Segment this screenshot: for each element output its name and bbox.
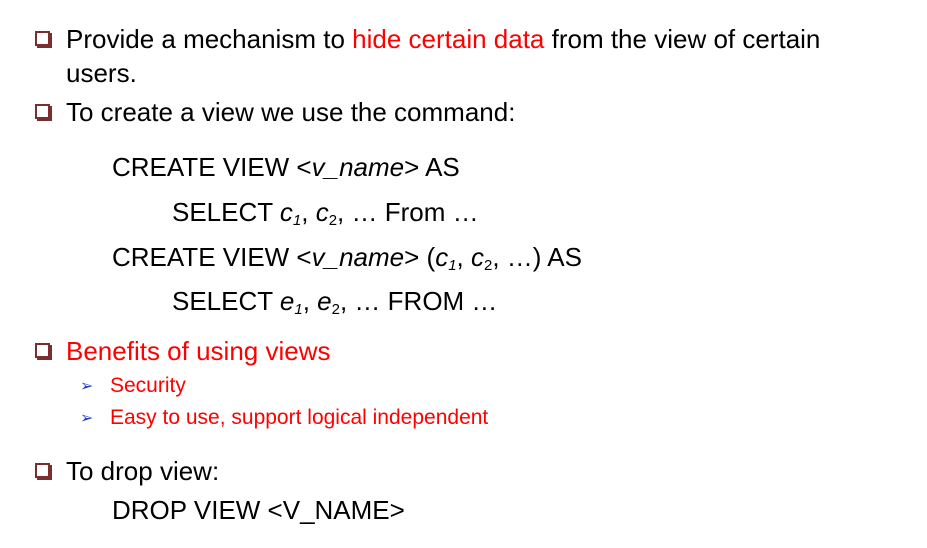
code-var: c	[315, 197, 329, 227]
bullet-provide-mechanism: Provide a mechanism to hide certain data…	[66, 23, 820, 55]
code-subscript: 1	[292, 212, 302, 229]
code-text: > (	[404, 242, 436, 272]
bullet-create-view: To create a view we use the command:	[66, 97, 516, 127]
code-text: CREATE VIEW <	[112, 242, 312, 272]
code-subscript: 1	[448, 257, 457, 274]
checkbox-bullet-icon	[35, 343, 50, 358]
code-text: , … FROM …	[339, 286, 498, 316]
code-create-view-line: CREATE VIEW <v_name> AS	[112, 151, 460, 183]
code-var: e	[279, 286, 295, 316]
bullet-benefits: Benefits of using views	[66, 336, 331, 366]
bullet-drop-view: To drop view:	[66, 456, 220, 486]
code-subscript: 2	[331, 301, 340, 318]
checkbox-bullet-icon	[35, 104, 50, 119]
bullet1-text-before: Provide a mechanism to	[66, 24, 353, 54]
code-select-line: SELECT c1, c2, … From …	[172, 197, 479, 229]
bullet1-text-after: from the view of certain	[544, 24, 821, 54]
code-var: c	[279, 197, 293, 227]
code-text: SELECT	[172, 286, 280, 316]
code-text: , … From …	[337, 197, 479, 227]
checkbox-bullet-icon	[35, 31, 50, 46]
bullet1-highlight: hide certain data	[352, 24, 545, 54]
slide: Provide a mechanism to hide certain data…	[0, 0, 927, 548]
code-text: CREATE VIEW <	[112, 152, 312, 182]
code-select-e-line: SELECT e1, e2, … FROM …	[172, 286, 498, 318]
benefit-item-easy: Easy to use, support logical independent	[110, 406, 489, 429]
code-text: , …) AS	[492, 242, 582, 272]
code-var: c	[435, 242, 449, 272]
code-text: > AS	[404, 152, 460, 182]
benefit-item-security: Security	[110, 374, 186, 397]
code-create-view-columns-line: CREATE VIEW <v_name> (c1, c2, …) AS	[112, 242, 582, 274]
code-param: v_name	[311, 152, 405, 182]
checkbox-bullet-icon	[35, 463, 50, 478]
arrow-bullet-icon: ➢	[80, 378, 94, 395]
arrow-bullet-icon: ➢	[80, 410, 94, 427]
code-var: e	[317, 286, 332, 316]
code-drop-view: DROP VIEW <V_NAME>	[112, 495, 405, 525]
code-var: c	[470, 242, 484, 272]
code-subscript: 2	[328, 212, 338, 229]
code-param: v_name	[311, 242, 405, 272]
code-text: SELECT	[172, 197, 280, 227]
code-subscript: 1	[294, 301, 303, 318]
bullet1-line2: users.	[66, 58, 137, 88]
